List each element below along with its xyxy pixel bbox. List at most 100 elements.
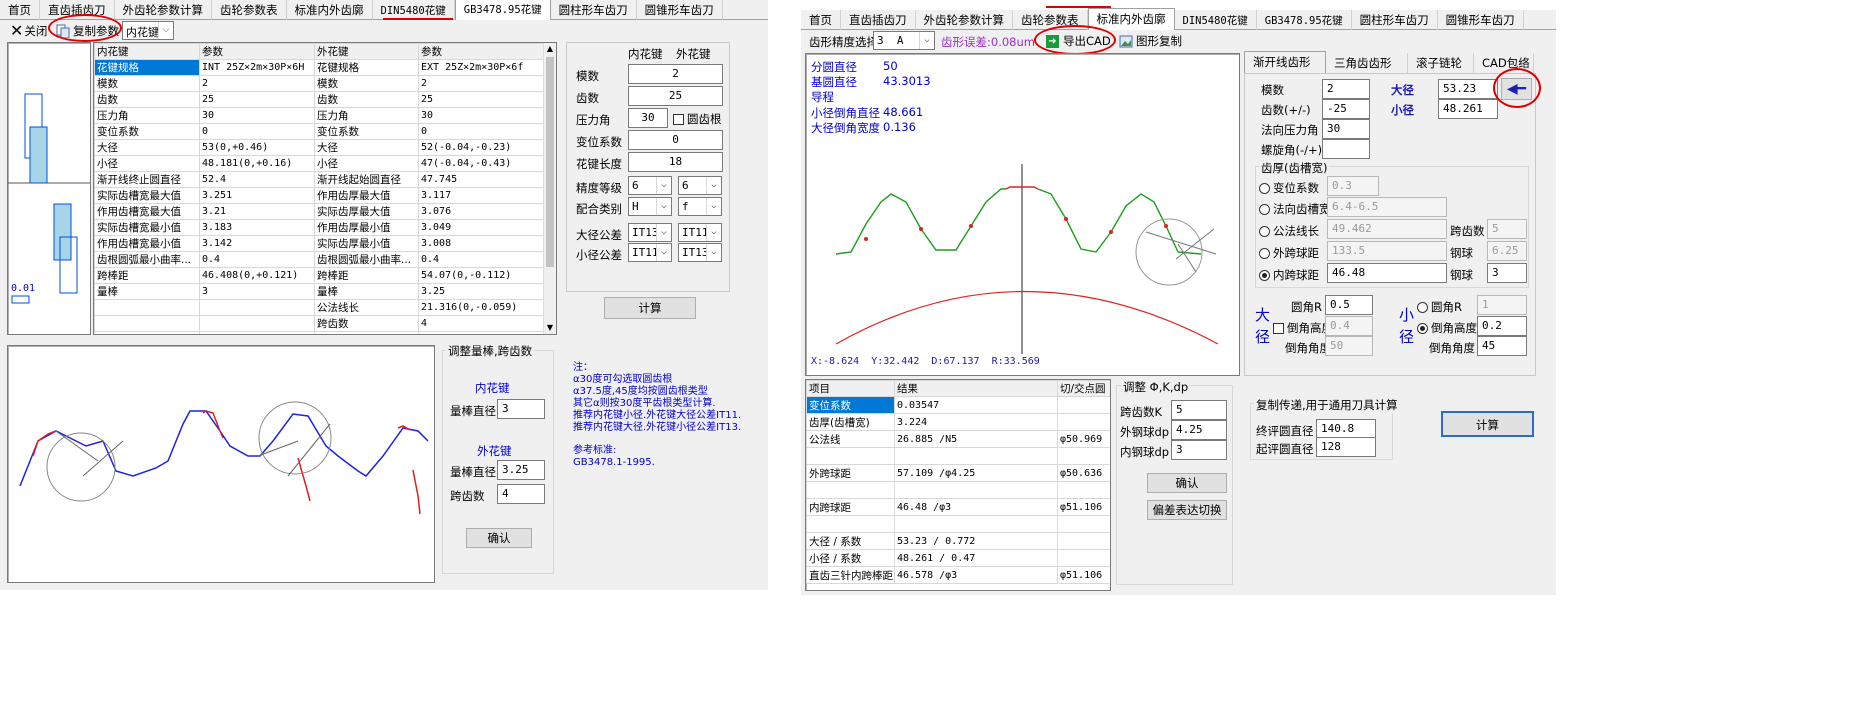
tab-external-gear[interactable]: 外齿轮参数计算	[916, 10, 1013, 30]
major-tol-ext-select[interactable]: IT11 ⌵	[678, 223, 722, 242]
start-dia-input[interactable]: 128	[1316, 437, 1376, 457]
table-row[interactable]: 模数 2 模数 2	[94, 75, 545, 92]
table-cell[interactable]: 53.23 / 0.772	[894, 532, 1058, 550]
table-row[interactable]: 小径 48.181(0,+0.16) 小径 47(-0.04,-0.43)	[94, 155, 545, 172]
table-cell[interactable]: 跨棒距	[314, 267, 419, 284]
ext-dp-input[interactable]: 4.25	[1171, 420, 1227, 440]
spline-profile-canvas[interactable]	[7, 345, 435, 583]
int-pin-input[interactable]: 3	[497, 399, 545, 419]
table-cell[interactable]: 3.251	[199, 187, 315, 204]
table-row[interactable]	[806, 481, 1110, 499]
table-scrollbar[interactable]: ▲ ▼	[543, 43, 556, 334]
table-cell[interactable]	[894, 515, 1058, 533]
teeth-input[interactable]: -25	[1322, 99, 1370, 119]
table-row[interactable]: 压力角 30 压力角 30	[94, 107, 545, 124]
table-cell[interactable]: 量棒	[94, 283, 200, 300]
scroll-thumb[interactable]	[546, 57, 554, 267]
helix-input[interactable]	[1322, 139, 1370, 159]
table-row[interactable]: 变位系数 0 变位系数 0	[94, 123, 545, 140]
tab-cyl-cutter[interactable]: 圆柱形车齿刀	[551, 0, 637, 20]
table-row[interactable]	[806, 447, 1110, 465]
chamfer-small-radio[interactable]: 倒角高度	[1417, 320, 1477, 336]
table-cell[interactable]: 46.408(0,+0.121)	[199, 267, 315, 284]
table-row[interactable]: 齿根圆弧最小曲率... 0.4 齿根圆弧最小曲率... 0.4	[94, 251, 545, 268]
table-row[interactable]: 大径 53(0,+0.46) 大径 52(-0.04,-0.23)	[94, 139, 545, 156]
table-row[interactable]: 实际齿槽宽最大值 3.251 作用齿厚最大值 3.117	[94, 187, 545, 204]
table-cell[interactable]: 模数	[314, 75, 419, 92]
table-cell[interactable]: 25	[199, 91, 315, 108]
table-cell[interactable]: 26.885 /N5	[894, 430, 1058, 448]
fit-ext-select[interactable]: f ⌵	[678, 197, 722, 216]
chamfer-h-small-input[interactable]: 0.2	[1477, 316, 1527, 336]
column-header[interactable]: 结果	[894, 380, 1058, 397]
table-cell[interactable]: 21.316(0,-0.059)	[418, 299, 545, 316]
table-cell[interactable]: EXT 25Z×2m×30P×6f	[418, 59, 545, 76]
table-row[interactable]: 齿厚(齿槽宽) 3.224	[806, 413, 1110, 431]
table-cell[interactable]: 小径	[94, 155, 200, 172]
table-row[interactable]: 实际齿槽宽最小值 3.183 作用齿厚最小值 3.049	[94, 219, 545, 236]
tab-profiles[interactable]: 标准内外齿廓	[1087, 8, 1175, 30]
table-cell[interactable]: 25	[418, 91, 545, 108]
int-ball-input[interactable]: 3	[1487, 263, 1527, 283]
calculate-button[interactable]: 计算	[1441, 411, 1534, 437]
table-cell[interactable]: 46.48 /φ3	[894, 498, 1058, 516]
wk-input[interactable]: 49.462	[1327, 219, 1447, 239]
major-input[interactable]: 53.23	[1438, 79, 1498, 99]
round-root-checkbox[interactable]: 圆齿根	[673, 111, 722, 127]
table-cell[interactable]: 3	[199, 283, 315, 300]
scroll-up-icon[interactable]: ▲	[544, 43, 556, 55]
npa-input[interactable]: 30	[1322, 119, 1370, 139]
table-row[interactable]: 公法线 26.885 /N5 φ50.969	[806, 430, 1110, 448]
r-small-radio[interactable]: 圆角R	[1417, 299, 1462, 315]
tab-home[interactable]: 首页	[0, 0, 40, 20]
table-cell[interactable]: φ51.106	[1057, 498, 1110, 516]
table-cell[interactable]: 公法线长	[314, 299, 419, 316]
tab-gb3478[interactable]: GB3478.95花键	[454, 0, 551, 20]
table-cell[interactable]: 0	[418, 123, 545, 140]
table-cell[interactable]: 总公差	[314, 331, 419, 334]
table-row[interactable]: 变位系数 0.03547	[806, 396, 1110, 414]
table-cell[interactable]: 54.07(0,-0.112)	[418, 267, 545, 284]
tab-external-gear[interactable]: 外齿轮参数计算	[115, 0, 212, 20]
table-cell[interactable]: 2	[199, 75, 315, 92]
int-pin-input[interactable]: 46.48	[1327, 263, 1447, 283]
table-cell[interactable]: 0.03547	[894, 396, 1058, 414]
modulus-input[interactable]: 2	[628, 64, 723, 84]
table-cell[interactable]	[894, 447, 1058, 465]
table-cell[interactable]: 作用齿厚最大值	[314, 187, 419, 204]
tab-cyl-cutter[interactable]: 圆柱形车齿刀	[1352, 10, 1438, 30]
column-header[interactable]: 项目	[806, 380, 895, 397]
table-cell[interactable]: 齿厚(齿槽宽)	[806, 413, 895, 431]
table-cell[interactable]: 渐开线终止圆直径	[94, 171, 200, 188]
k-input[interactable]: 5	[1487, 219, 1527, 239]
table-cell[interactable]: 0.109	[199, 331, 315, 334]
table-row[interactable]: 跨齿数 4	[94, 315, 545, 332]
table-cell[interactable]: 实际齿厚最小值	[314, 235, 419, 252]
span-input[interactable]: 4	[497, 484, 545, 504]
table-cell[interactable]: 大径	[94, 139, 200, 156]
end-dia-input[interactable]: 140.8	[1316, 419, 1376, 439]
table-cell[interactable]: 0.109	[418, 331, 545, 334]
tab-involute[interactable]: 渐开线齿形	[1244, 51, 1326, 73]
confirm-button[interactable]: 确认	[1147, 473, 1227, 493]
table-cell[interactable]: 公法线	[806, 430, 895, 448]
table-cell[interactable]: 齿数	[314, 91, 419, 108]
gear-profile-canvas[interactable]: 分圆直径 50 基圆直径 43.3013 导程 小径倒角直径 48.661 大径…	[805, 53, 1240, 376]
normal-slot-radio[interactable]: 法向齿槽宽	[1259, 201, 1331, 217]
table-cell[interactable]: 大径	[314, 139, 419, 156]
r-small-input[interactable]: 1	[1477, 295, 1527, 315]
tab-din5480[interactable]: DIN5480花键	[1175, 10, 1257, 30]
table-cell[interactable]: φ50.636	[1057, 464, 1110, 482]
length-input[interactable]: 18	[628, 152, 723, 172]
int-dp-input[interactable]: 3	[1171, 440, 1227, 460]
tab-home[interactable]: 首页	[801, 10, 841, 30]
table-cell[interactable]: 直齿三针内跨棒距	[806, 566, 895, 584]
table-cell[interactable]: 3.117	[418, 187, 545, 204]
pressure-angle-input[interactable]: 30	[628, 108, 668, 128]
minor-tol-int-select[interactable]: IT11 ⌵	[628, 243, 672, 262]
table-cell[interactable]: 内跨球距	[806, 498, 895, 516]
tab-cone-cutter[interactable]: 圆锥形车齿刀	[1438, 10, 1524, 30]
table-cell[interactable]: 3.142	[199, 235, 315, 252]
table-cell[interactable]: 压力角	[314, 107, 419, 124]
copy-graphic-button[interactable]: 图形复制	[1119, 32, 1182, 50]
